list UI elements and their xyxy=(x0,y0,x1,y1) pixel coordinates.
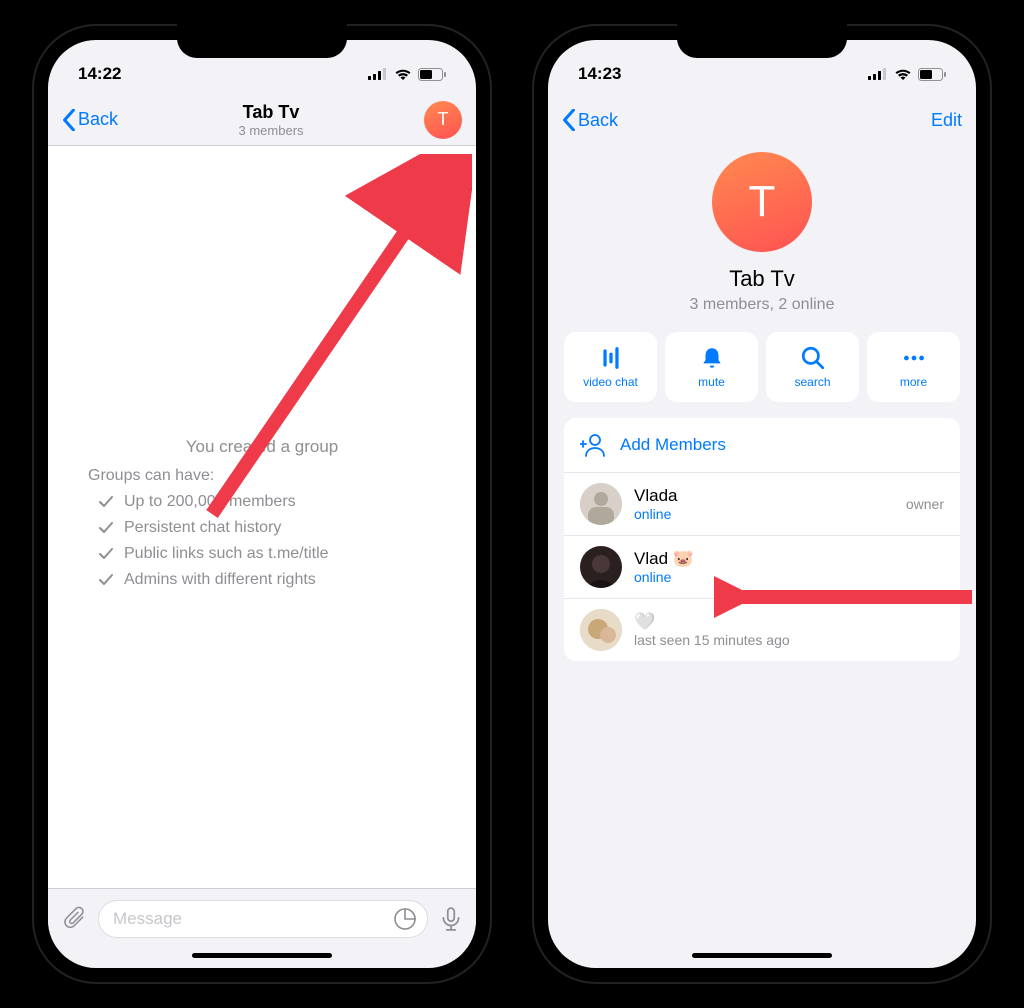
add-member-icon xyxy=(580,432,606,458)
group-subtitle: 3 members, 2 online xyxy=(564,296,960,314)
more-icon xyxy=(901,345,927,371)
message-input[interactable]: Message xyxy=(98,900,428,938)
feature-item: Up to 200,000 members xyxy=(88,493,296,511)
member-role: owner xyxy=(906,496,944,512)
check-icon xyxy=(98,546,114,562)
mic-icon xyxy=(438,906,464,932)
member-status: online xyxy=(634,569,932,585)
member-name: Vlad 🐷 xyxy=(634,549,932,569)
member-name: 🤍 xyxy=(634,612,932,632)
chat-title: Tab Tv xyxy=(118,102,424,123)
wifi-icon xyxy=(394,68,412,80)
profile-navbar: Back Edit xyxy=(548,94,976,146)
feature-item: Public links such as t.me/title xyxy=(88,545,329,563)
cellular-icon xyxy=(368,68,388,80)
chat-body: You created a group Groups can have: Up … xyxy=(48,146,476,888)
status-time: 14:22 xyxy=(78,64,121,84)
group-created-title: You created a group xyxy=(186,437,339,457)
member-row[interactable]: Vlad 🐷 online xyxy=(564,536,960,599)
avatar-letter: T xyxy=(749,177,776,227)
sticker-button[interactable] xyxy=(393,907,417,931)
members-card: Add Members Vlada online owner xyxy=(564,418,960,661)
avatar-letter: T xyxy=(438,109,449,130)
home-indicator[interactable] xyxy=(692,953,832,958)
phone-left: 14:22 Back Tab Tv 3 members T You create… xyxy=(32,24,492,984)
member-avatar xyxy=(580,483,622,525)
back-button[interactable]: Back xyxy=(62,109,118,131)
group-avatar[interactable]: T xyxy=(712,152,812,252)
member-status: online xyxy=(634,506,894,522)
chat-subtitle: 3 members xyxy=(118,123,424,138)
wifi-icon xyxy=(894,68,912,80)
chat-title-block[interactable]: Tab Tv 3 members xyxy=(118,102,424,138)
battery-icon xyxy=(918,68,946,81)
add-members-button[interactable]: Add Members xyxy=(564,418,960,473)
phone-right: 14:23 Back Edit T Tab Tv 3 members, 2 on… xyxy=(532,24,992,984)
member-avatar xyxy=(580,546,622,588)
member-avatar xyxy=(580,609,622,651)
edit-button[interactable]: Edit xyxy=(931,110,962,131)
member-name: Vlada xyxy=(634,486,894,506)
member-status: last seen 15 minutes ago xyxy=(634,632,932,648)
message-placeholder: Message xyxy=(113,909,182,929)
check-icon xyxy=(98,494,114,510)
video-chat-icon xyxy=(598,345,624,371)
back-label: Back xyxy=(78,109,118,130)
compose-bar: Message xyxy=(48,888,476,948)
mic-button[interactable] xyxy=(438,906,464,932)
more-button[interactable]: more xyxy=(867,332,960,402)
group-features-heading: Groups can have: xyxy=(88,467,214,485)
search-button[interactable]: search xyxy=(766,332,859,402)
member-row[interactable]: Vlada online owner xyxy=(564,473,960,536)
notch xyxy=(677,24,847,58)
status-time: 14:23 xyxy=(578,64,621,84)
add-members-label: Add Members xyxy=(620,435,726,455)
check-icon xyxy=(98,572,114,588)
feature-item: Persistent chat history xyxy=(88,519,281,537)
notch xyxy=(177,24,347,58)
back-button[interactable]: Back xyxy=(562,109,618,131)
chat-navbar: Back Tab Tv 3 members T xyxy=(48,94,476,146)
mute-button[interactable]: mute xyxy=(665,332,758,402)
feature-item: Admins with different rights xyxy=(88,571,316,589)
attach-button[interactable] xyxy=(62,906,88,932)
chat-avatar[interactable]: T xyxy=(424,101,462,139)
chevron-left-icon xyxy=(562,109,576,131)
video-chat-button[interactable]: video chat xyxy=(564,332,657,402)
back-label: Back xyxy=(578,110,618,131)
bell-icon xyxy=(699,345,725,371)
cellular-icon xyxy=(868,68,888,80)
member-row[interactable]: 🤍 last seen 15 minutes ago xyxy=(564,599,960,661)
search-icon xyxy=(800,345,826,371)
chevron-left-icon xyxy=(62,109,76,131)
home-indicator[interactable] xyxy=(192,953,332,958)
paperclip-icon xyxy=(62,906,88,932)
check-icon xyxy=(98,520,114,536)
action-row: video chat mute search more xyxy=(564,332,960,402)
battery-icon xyxy=(418,68,446,81)
sticker-icon xyxy=(393,907,417,931)
profile-header: T Tab Tv 3 members, 2 online xyxy=(564,146,960,332)
group-name: Tab Tv xyxy=(564,266,960,292)
